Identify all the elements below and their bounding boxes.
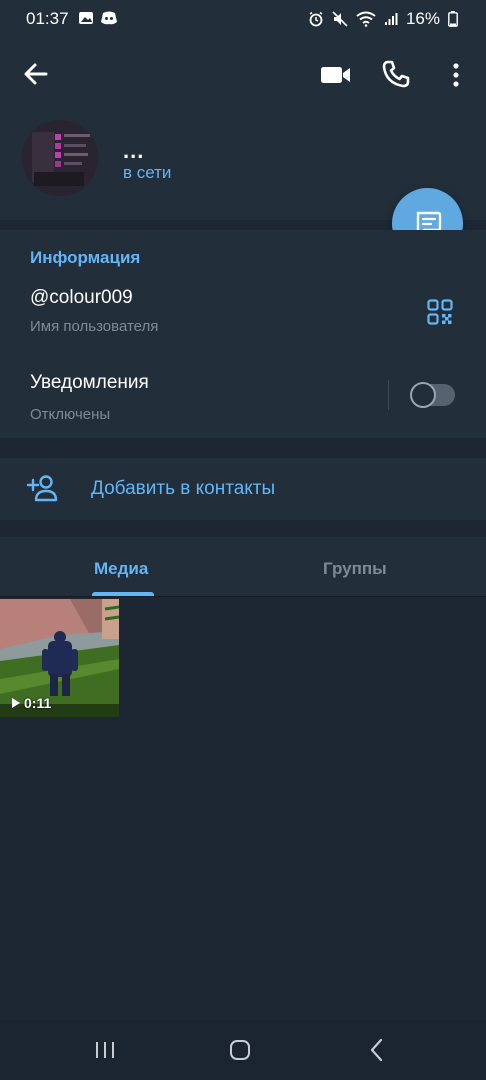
discord-icon — [101, 11, 117, 25]
notifications-label[interactable]: Уведомления — [30, 372, 149, 394]
tab-groups[interactable]: Группы — [323, 559, 387, 579]
recent-apps-icon — [96, 1042, 114, 1058]
wifi-icon — [356, 11, 376, 27]
video-call-button[interactable] — [320, 62, 352, 88]
phone-icon — [382, 60, 410, 88]
back-arrow-icon — [24, 63, 48, 85]
system-back-button[interactable] — [369, 1038, 385, 1062]
status-notification-icons — [78, 10, 118, 26]
notifications-toggle[interactable] — [410, 382, 455, 408]
status-system-icons: 16% — [308, 9, 458, 29]
more-vertical-icon — [453, 63, 459, 87]
chevron-left-icon — [370, 1038, 383, 1062]
tab-media[interactable]: Медиа — [94, 559, 148, 579]
notifications-divider — [388, 380, 389, 410]
battery-icon — [448, 11, 458, 27]
alarm-icon — [309, 11, 323, 27]
video-duration-text: 0:11 — [24, 695, 52, 711]
recent-apps-button[interactable] — [94, 1040, 116, 1060]
info-section-title: Информация — [30, 248, 141, 267]
gallery-icon — [79, 12, 93, 24]
qr-code-button[interactable] — [427, 299, 453, 325]
active-tab-indicator — [92, 592, 154, 596]
video-duration: 0:11 — [11, 695, 51, 711]
home-icon — [230, 1040, 250, 1060]
back-button[interactable] — [20, 58, 52, 90]
home-button[interactable] — [229, 1039, 251, 1061]
avatar-image — [22, 120, 98, 196]
mute-icon — [332, 11, 348, 27]
battery-percentage: 16% — [405, 9, 440, 28]
more-menu-button[interactable] — [448, 60, 464, 90]
add-contact-button-icon[interactable] — [26, 474, 58, 502]
notifications-status: Отключены — [30, 406, 111, 423]
username-value[interactable]: @colour009 — [30, 287, 133, 309]
toggle-knob — [410, 382, 436, 408]
status-time: 01:37 — [26, 9, 69, 28]
play-icon — [12, 698, 20, 708]
add-contact-label[interactable]: Добавить в контакты — [91, 478, 275, 500]
video-camera-icon — [321, 67, 350, 83]
username-label: Имя пользователя — [30, 318, 159, 335]
signal-icon — [384, 13, 398, 25]
voice-call-button[interactable] — [381, 59, 411, 89]
contact-status: в сети — [123, 163, 172, 182]
add-person-icon — [26, 475, 58, 502]
avatar[interactable] — [22, 120, 98, 196]
tabs-bar — [0, 537, 486, 597]
contact-name: ... — [123, 138, 145, 163]
qr-code-icon — [427, 299, 453, 325]
